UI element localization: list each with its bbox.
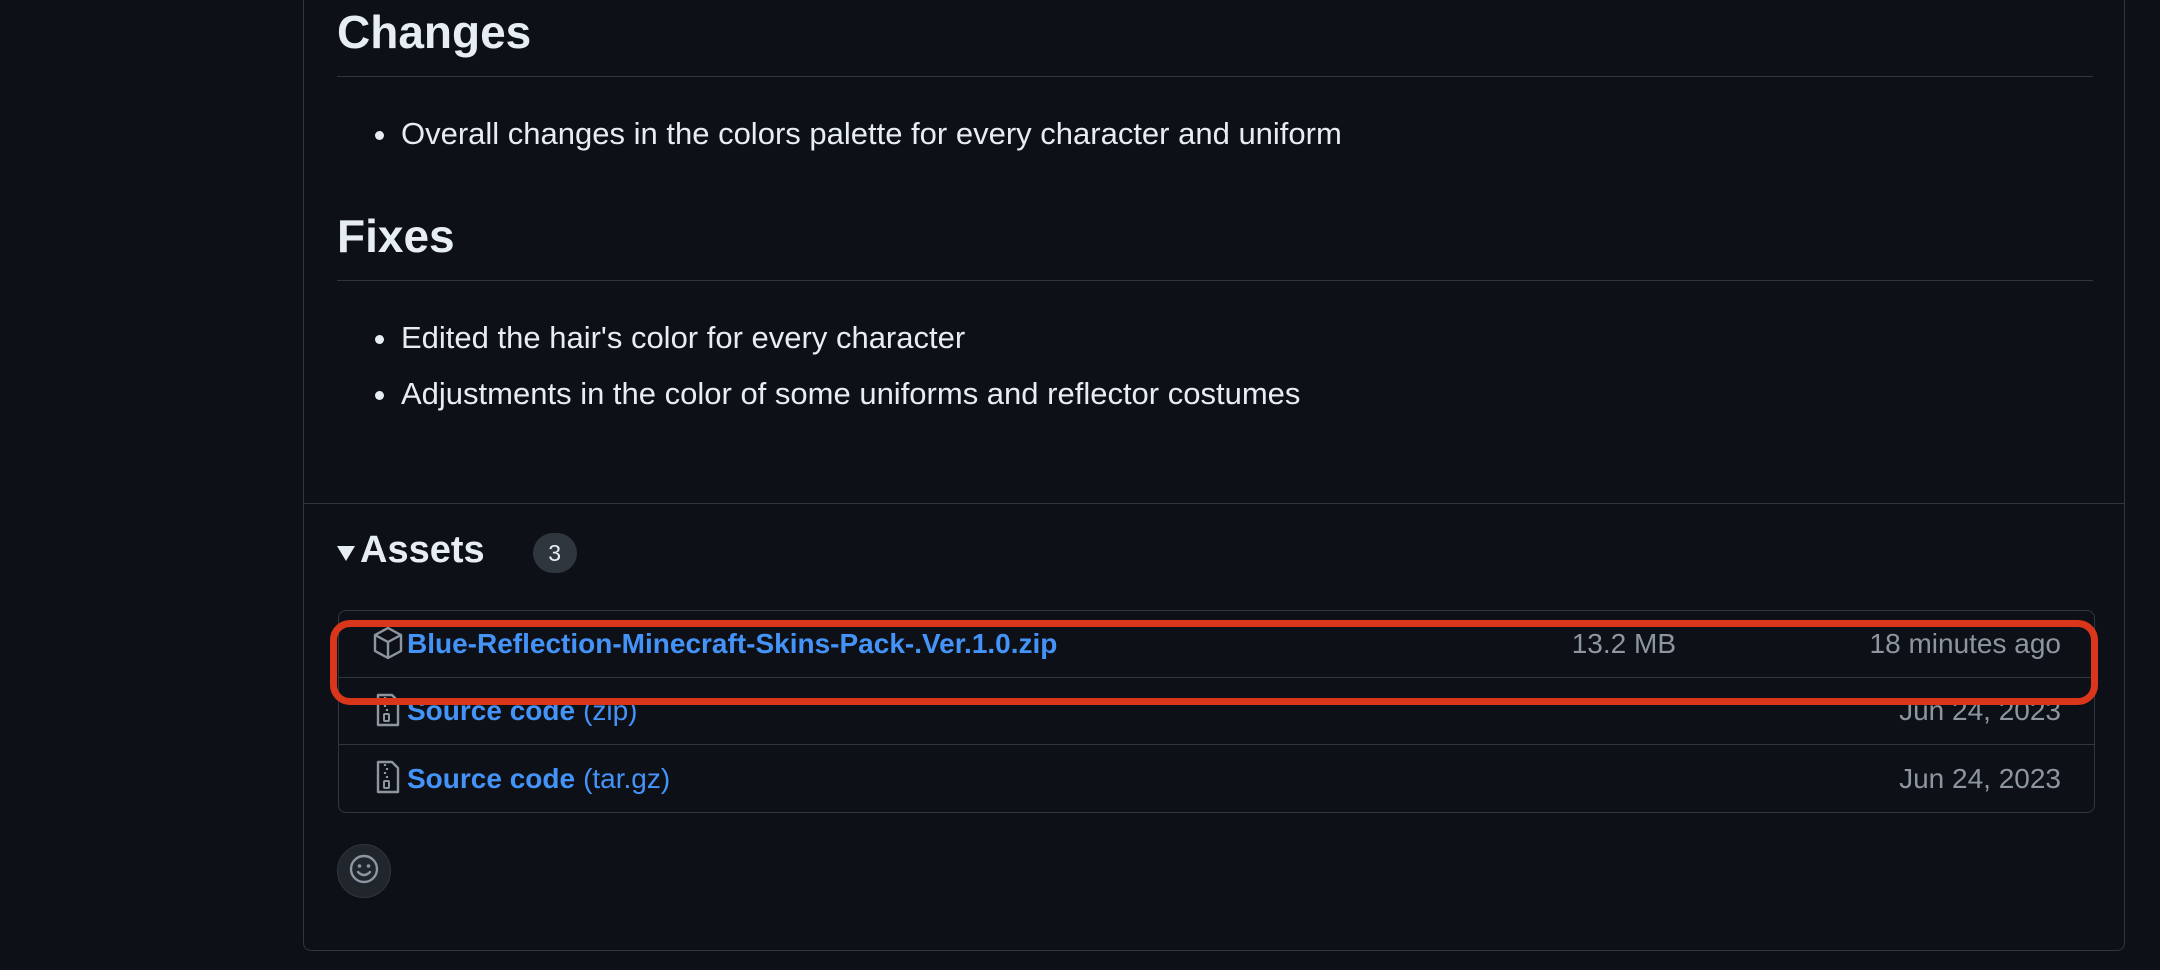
- asset-row: Source code (zip) Jun 24, 2023: [339, 678, 2094, 745]
- release-card: Changes Overall changes in the colors pa…: [303, 0, 2125, 951]
- assets-toggle[interactable]: Assets 3: [337, 525, 577, 575]
- file-zip-icon: [373, 693, 403, 727]
- asset-date: Jun 24, 2023: [1899, 762, 2061, 794]
- package-icon: [373, 626, 403, 660]
- source-code-targz-link[interactable]: Source code (tar.gz): [407, 763, 670, 795]
- smiley-icon: [348, 853, 380, 890]
- assets-list: Blue-Reflection-Minecraft-Skins-Pack-.Ve…: [338, 610, 2095, 813]
- file-zip-icon: [373, 760, 403, 794]
- asset-date: 18 minutes ago: [1869, 628, 2061, 659]
- asset-date: Jun 24, 2023: [1899, 695, 2061, 726]
- list-item: Edited the hair's color for every charac…: [374, 310, 1300, 366]
- changes-list: Overall changes in the colors palette fo…: [337, 106, 1342, 162]
- asset-download-link[interactable]: Blue-Reflection-Minecraft-Skins-Pack-.Ve…: [407, 628, 1057, 660]
- assets-title: Assets: [360, 528, 485, 571]
- assets-count-badge: 3: [532, 533, 577, 573]
- section-divider: [304, 503, 2124, 504]
- add-reaction-button[interactable]: [337, 844, 391, 898]
- list-item: Adjustments in the color of some uniform…: [374, 366, 1300, 422]
- asset-row: Blue-Reflection-Minecraft-Skins-Pack-.Ve…: [339, 611, 2094, 678]
- fixes-heading: Fixes: [337, 208, 2093, 281]
- asset-size: 13.2 MB: [1571, 628, 1676, 659]
- triangle-down-icon: [337, 545, 355, 561]
- source-code-zip-link[interactable]: Source code (zip): [407, 695, 638, 727]
- changes-heading: Changes: [337, 4, 2093, 77]
- fixes-list: Edited the hair's color for every charac…: [337, 310, 1300, 422]
- asset-row: Source code (tar.gz) Jun 24, 2023: [339, 745, 2094, 812]
- list-item: Overall changes in the colors palette fo…: [375, 106, 1342, 162]
